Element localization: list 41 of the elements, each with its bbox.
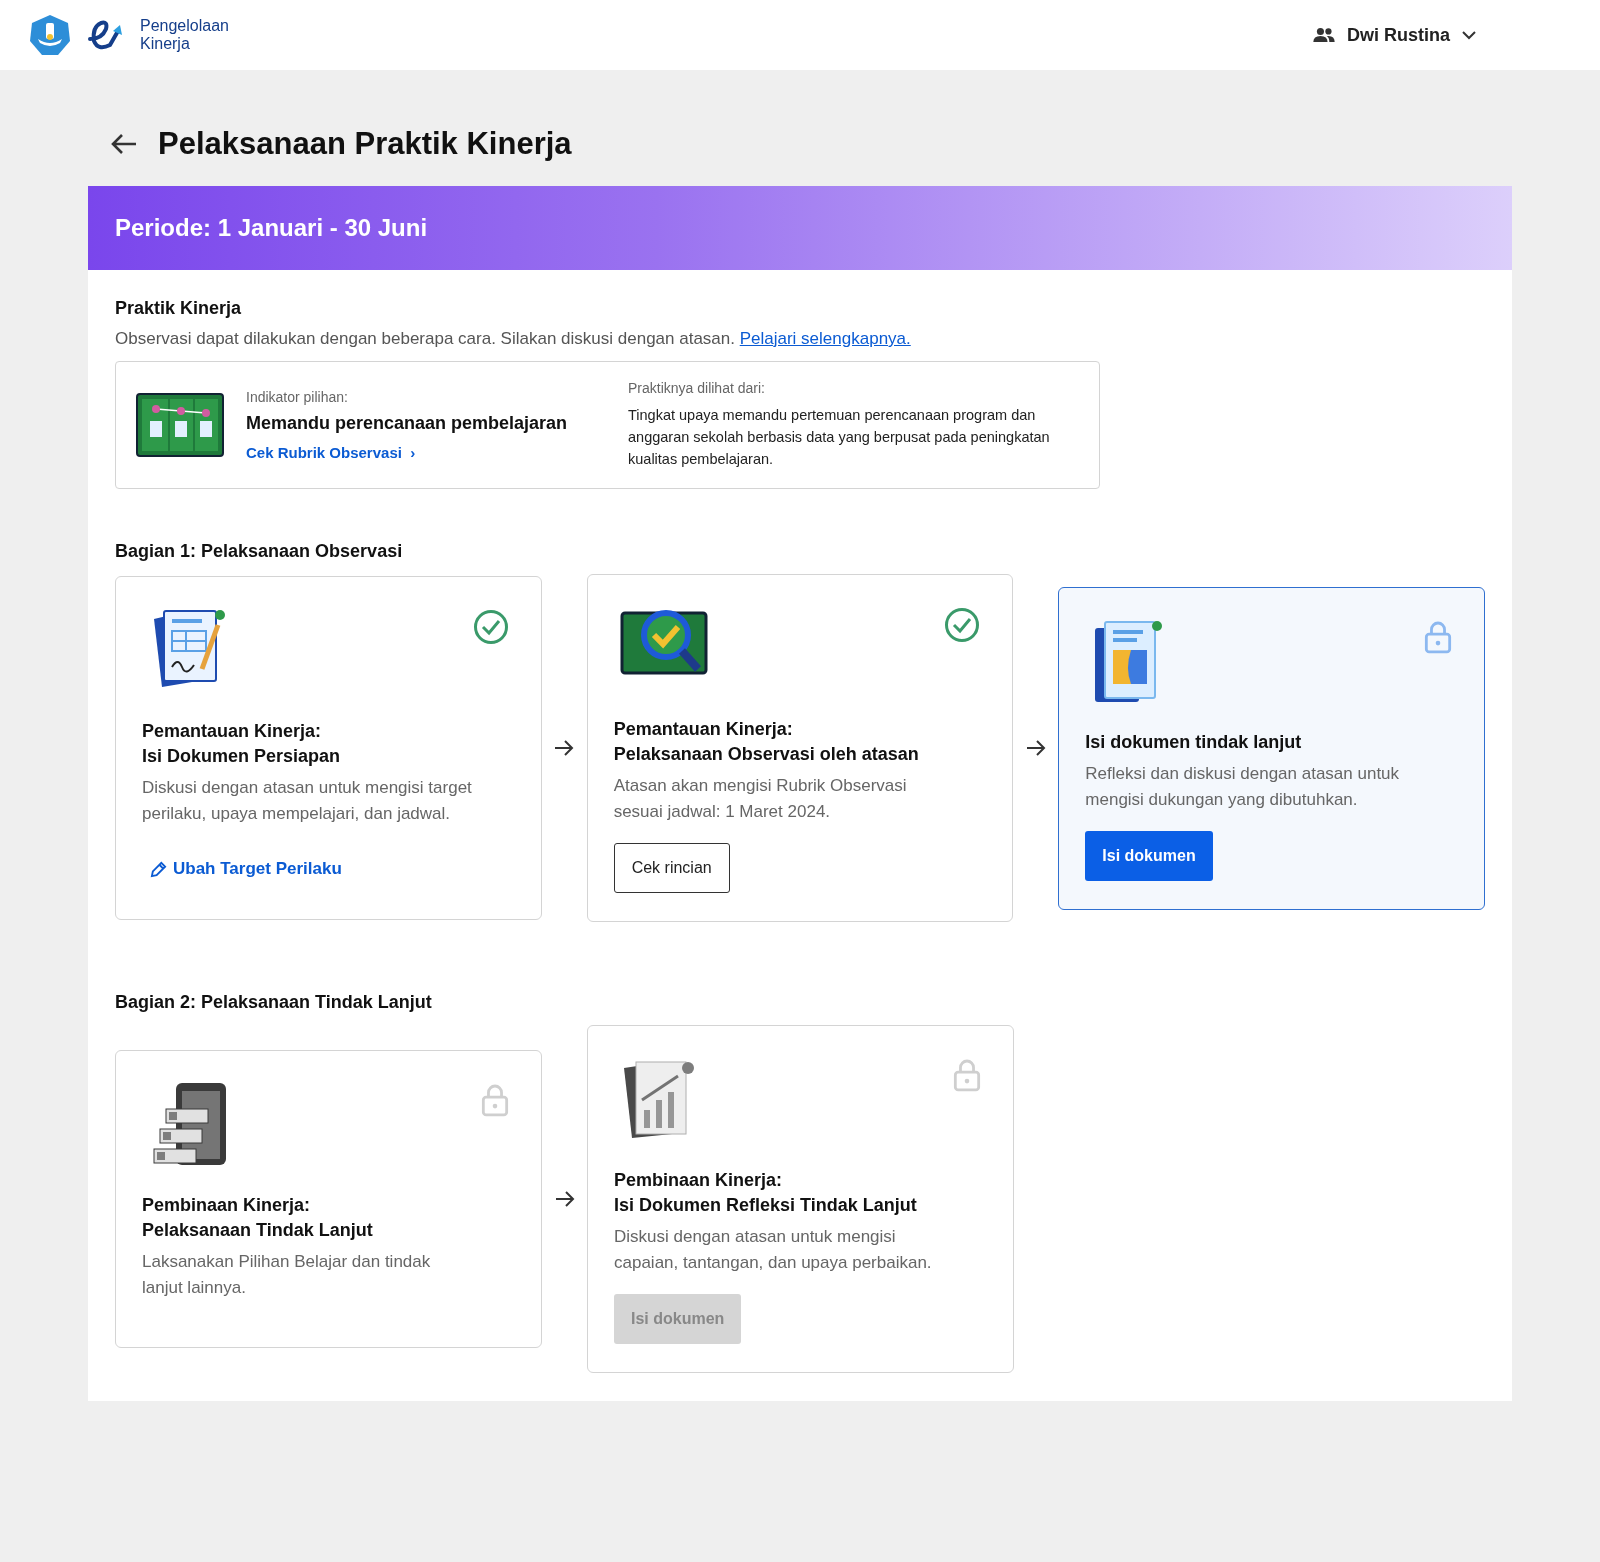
seen-from-label: Praktiknya dilihat dari: <box>628 380 766 396</box>
card-description: Atasan akan mengisi Rubrik Observasi sesuai jadwal: 1 Maret 2024. <box>613 775 908 823</box>
emblem-logo-icon <box>28 13 72 57</box>
fill-document-button[interactable]: Isi dokumen <box>1085 830 1213 881</box>
back-button[interactable] <box>110 132 138 156</box>
lock-icon <box>1424 619 1452 654</box>
user-menu[interactable]: Dwi Rustina <box>1309 20 1480 50</box>
indicator-label: Indikator pilihan: <box>246 388 349 405</box>
edit-target-link[interactable]: Ubah Target Perilaku <box>150 859 342 879</box>
card-title: Pemantauan Kinerja: Pelaksanaan Observasi oleh atasan <box>613 718 920 766</box>
arrow-right-icon <box>554 1190 575 1208</box>
card-description: Diskusi dengan atasan untuk mengisi target perilaku, upaya mempelajari, dan jadwal. <box>142 777 473 825</box>
arrow-right-icon <box>554 739 575 757</box>
card-title: Isi dokumen tindak lanjut <box>1085 730 1303 754</box>
rubric-link[interactable]: Cek Rubrik Observasi › <box>246 443 416 461</box>
lock-icon <box>481 1083 509 1117</box>
users-icon <box>1313 27 1335 43</box>
board-illustration-icon <box>136 393 224 457</box>
details-button[interactable]: Cek rincian <box>613 843 730 893</box>
section-heading: Praktik Kinerja <box>115 298 243 319</box>
card-description: Diskusi dengan atasan untuk mengisi capaian, tantangan, dan upaya perbaikan. <box>614 1226 933 1274</box>
section-heading: Bagian 1: Pelaksanaan Observasi <box>115 541 404 562</box>
check-circle-icon <box>944 607 981 643</box>
card-description: Laksanakan Pilihan Belajar dan tindak lanjut lainnya. <box>142 1251 432 1299</box>
intro-text: Observasi dapat dilakukan dengan beberapa cara. Silakan diskusi dengan atasan. Pelajari selengkapnya. <box>115 329 912 349</box>
app-logo-text: Pengelolaan Kinerja <box>140 17 229 53</box>
chevron-down-icon <box>1462 30 1476 40</box>
page-title: Pelaksanaan Praktik Kinerja <box>158 126 572 162</box>
seen-from-text: Tingkat upaya memandu pertemuan perencanaan program dan anggaran sekolah berbasis data yang berpusat pada peningkatan kualitas pembelajaran. <box>628 406 1051 469</box>
card-title: Pembinaan Kinerja: Pelaksanaan Tindak Lanjut <box>142 1194 374 1242</box>
learn-more-link[interactable]: Pelajari selengkapnya. <box>739 329 911 348</box>
section-heading: Bagian 2: Pelaksanaan Tindak Lanjut <box>115 992 433 1013</box>
pencil-icon <box>150 860 167 878</box>
indicator-value: Memandu perencanaan pembelajaran <box>246 412 569 434</box>
card-description: Refleksi dan diskusi dengan atasan untuk mengisi dukungan yang dibutuhkan. <box>1085 762 1401 811</box>
card-title: Pembinaan Kinerja: Isi Dokumen Refleksi Tindak Lanjut <box>614 1169 918 1217</box>
lock-icon <box>953 1058 981 1092</box>
card-title: Pemantauan Kinerja: Isi Dokumen Persiapan <box>142 720 342 768</box>
period-banner: Periode: 1 Januari - 30 Juni <box>88 186 1512 270</box>
arrow-right-icon <box>1025 739 1046 757</box>
check-circle-icon <box>472 609 509 645</box>
